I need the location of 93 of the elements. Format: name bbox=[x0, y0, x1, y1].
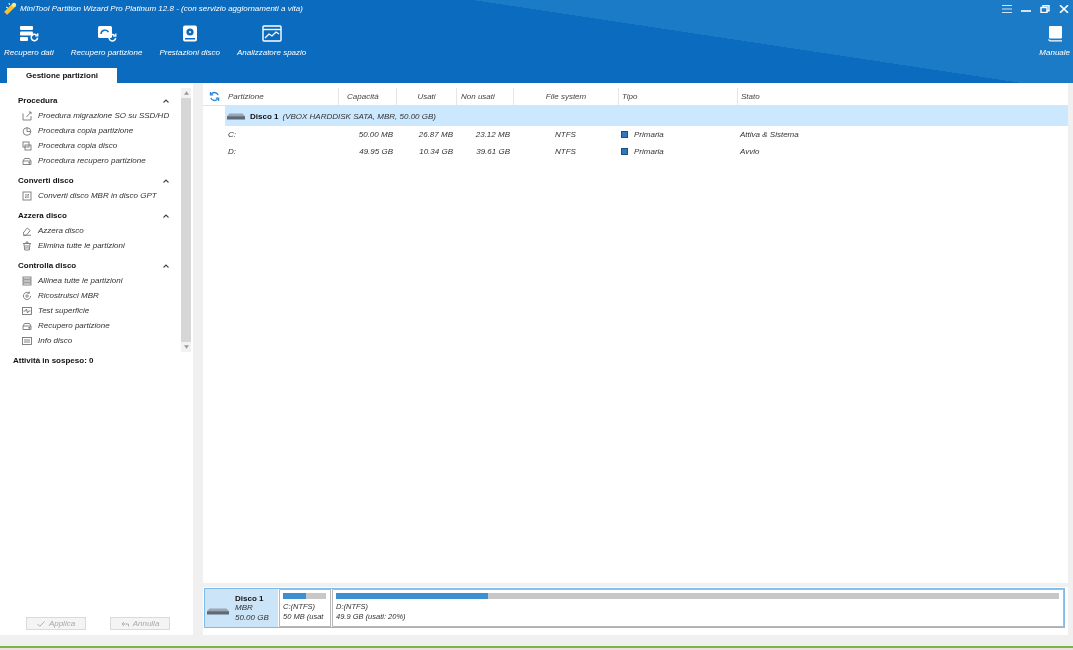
section-header[interactable]: Converti disco bbox=[0, 173, 181, 188]
disk-name: Disco 1 bbox=[250, 111, 279, 121]
sidebar-item[interactable]: Proedura migrazione SO su SSD/HD bbox=[0, 108, 181, 123]
refresh-icon[interactable] bbox=[208, 91, 220, 102]
sidebar-item[interactable]: Azzera disco bbox=[0, 223, 181, 238]
eraser-icon bbox=[22, 225, 32, 236]
menu-icon[interactable] bbox=[1002, 4, 1012, 13]
table-cell-text: NTFS bbox=[554, 146, 577, 158]
column-header[interactable]: Capacità bbox=[338, 88, 396, 105]
table-cell-text: C: bbox=[227, 129, 237, 141]
toolbar-button[interactable]: Recupero dati bbox=[0, 25, 58, 58]
drive-icon bbox=[22, 320, 32, 331]
sidebar-item[interactable]: Procedura copia disco bbox=[0, 138, 181, 153]
column-header[interactable]: File system bbox=[513, 88, 618, 105]
disk-size: 50.00 GB bbox=[235, 612, 269, 623]
book-icon bbox=[1046, 25, 1063, 42]
sidebar-item-label: Proedura migrazione SO su SSD/HD bbox=[38, 111, 170, 120]
hard-drive-icon bbox=[227, 112, 245, 120]
sidebar-item[interactable]: Test superficie bbox=[0, 303, 181, 318]
hard-drive-icon bbox=[207, 607, 229, 615]
table-cell: Primaria bbox=[634, 147, 664, 156]
trash-icon bbox=[22, 240, 32, 251]
table-cell-text: Avvio bbox=[739, 146, 761, 158]
sidebar-item-label: Azzera disco bbox=[38, 226, 84, 235]
column-header[interactable]: Tipo bbox=[618, 88, 737, 105]
chart-window-icon bbox=[261, 25, 282, 42]
sidebar-item[interactable]: Procedura copia partizione bbox=[0, 123, 181, 138]
toolbar-button[interactable]: Prestazioni disco bbox=[155, 25, 224, 58]
toolbar-button[interactable]: Analizzatore spazio bbox=[232, 25, 311, 58]
app-logo-icon bbox=[3, 2, 17, 15]
pie-icon bbox=[22, 125, 32, 136]
disk-name: Disco 1 bbox=[235, 593, 265, 604]
stacked-bars-icon bbox=[22, 275, 32, 286]
disk-row[interactable]: Disco 1 (VBOX HARDDISK SATA, MBR, 50.00 GB) bbox=[225, 106, 1068, 126]
square-arrow-icon bbox=[22, 110, 32, 121]
table-cell-text: 23.12 MB bbox=[474, 129, 511, 141]
column-header[interactable]: Non usati bbox=[456, 88, 513, 105]
close-icon[interactable] bbox=[1059, 4, 1069, 13]
table-cell-text: 39.61 GB bbox=[475, 146, 511, 158]
pulse-chart-icon bbox=[22, 305, 32, 316]
circular-arrow-icon bbox=[22, 290, 32, 301]
column-header[interactable]: Partizione bbox=[225, 88, 338, 105]
sidebar-item-label: Info disco bbox=[38, 336, 73, 345]
manual-button[interactable]: Manuale bbox=[1035, 25, 1073, 58]
square-arrows-icon bbox=[22, 190, 32, 201]
partition-row[interactable]: C: 50.00 MB 26.87 MB 23.12 MB NTFS Primaria Attiva & Sistema bbox=[203, 126, 1068, 143]
restore-icon[interactable] bbox=[1040, 4, 1050, 13]
section-header[interactable]: Controlla disco bbox=[0, 258, 181, 273]
sidebar-item-label: Test superficie bbox=[38, 306, 90, 315]
tab[interactable]: Gestione partizioni bbox=[7, 68, 117, 83]
sidebar-item-label: Recupero partizione bbox=[38, 321, 110, 330]
sidebar-item-label: Ricostruisci MBR bbox=[38, 291, 99, 300]
table-cell-text: 26.87 MB bbox=[417, 129, 454, 141]
copy-icon bbox=[22, 140, 32, 151]
check-icon bbox=[36, 620, 45, 627]
window-title: MiniTool Partition Wizard Pro Platinum 12.8 - (con servizio aggiornamenti a vita) bbox=[20, 4, 303, 13]
drives-refresh-icon bbox=[18, 25, 39, 42]
column-header[interactable]: Usati bbox=[396, 88, 456, 105]
toolbar-button[interactable]: Recupero partizione bbox=[66, 25, 147, 58]
sidebar-item[interactable]: Procedura recupero partizione bbox=[0, 153, 181, 168]
sidebar-item[interactable]: Recupero partizione bbox=[0, 318, 181, 333]
square-icon bbox=[621, 148, 628, 155]
disk-details: (VBOX HARDDISK SATA, MBR, 50.00 GB) bbox=[282, 111, 436, 121]
sidebar-item-label: Converti disco MBR in disco GPT bbox=[38, 191, 157, 200]
sidebar-item[interactable]: Ricostruisci MBR bbox=[0, 288, 181, 303]
table-cell-text: D: bbox=[227, 146, 237, 158]
sidebar-item-label: Procedura copia partizione bbox=[38, 126, 134, 135]
sidebar-item[interactable]: Info disco bbox=[0, 333, 181, 348]
table-cell-text: Attiva & Sistema bbox=[739, 129, 800, 141]
card-icon bbox=[22, 335, 32, 346]
caret-down-icon[interactable] bbox=[183, 345, 189, 349]
disk-scheme: MBR bbox=[235, 603, 254, 613]
sidebar-item[interactable]: Converti disco MBR in disco GPT bbox=[0, 188, 181, 203]
pending-operations-label: Attività in sospeso: 0 bbox=[12, 354, 94, 367]
table-cell: Primaria bbox=[634, 130, 664, 139]
drive-icon bbox=[22, 155, 32, 166]
table-cell-text: 50.00 MB bbox=[357, 129, 394, 141]
section-header[interactable]: Azzera disco bbox=[0, 208, 181, 223]
table-cell-text: NTFS bbox=[554, 129, 577, 141]
sidebar-item-label: Procedura recupero partizione bbox=[38, 156, 146, 165]
sidebar-item[interactable]: Elimina tutte le partizioni bbox=[0, 238, 181, 253]
sidebar-item-label: Allinea tutte le partizioni bbox=[38, 276, 123, 285]
sidebar-item[interactable]: Allinea tutte le partizioni bbox=[0, 273, 181, 288]
square-icon bbox=[621, 131, 628, 138]
sidebar-item-label: Procedura copia disco bbox=[38, 141, 118, 150]
undo-arrow-icon bbox=[120, 620, 129, 627]
caret-up-icon[interactable] bbox=[183, 91, 189, 95]
sidebar-item-label: Elimina tutte le partizioni bbox=[38, 241, 125, 250]
drive-refresh-icon bbox=[96, 25, 117, 42]
section-header[interactable]: Procedura bbox=[0, 93, 181, 108]
partition-row[interactable]: D: 49.95 GB 10.34 GB 39.61 GB NTFS Primaria Avvio bbox=[203, 143, 1068, 160]
table-cell-text: 49.95 GB bbox=[358, 146, 394, 158]
table-cell-text: 10.34 GB bbox=[418, 146, 454, 158]
